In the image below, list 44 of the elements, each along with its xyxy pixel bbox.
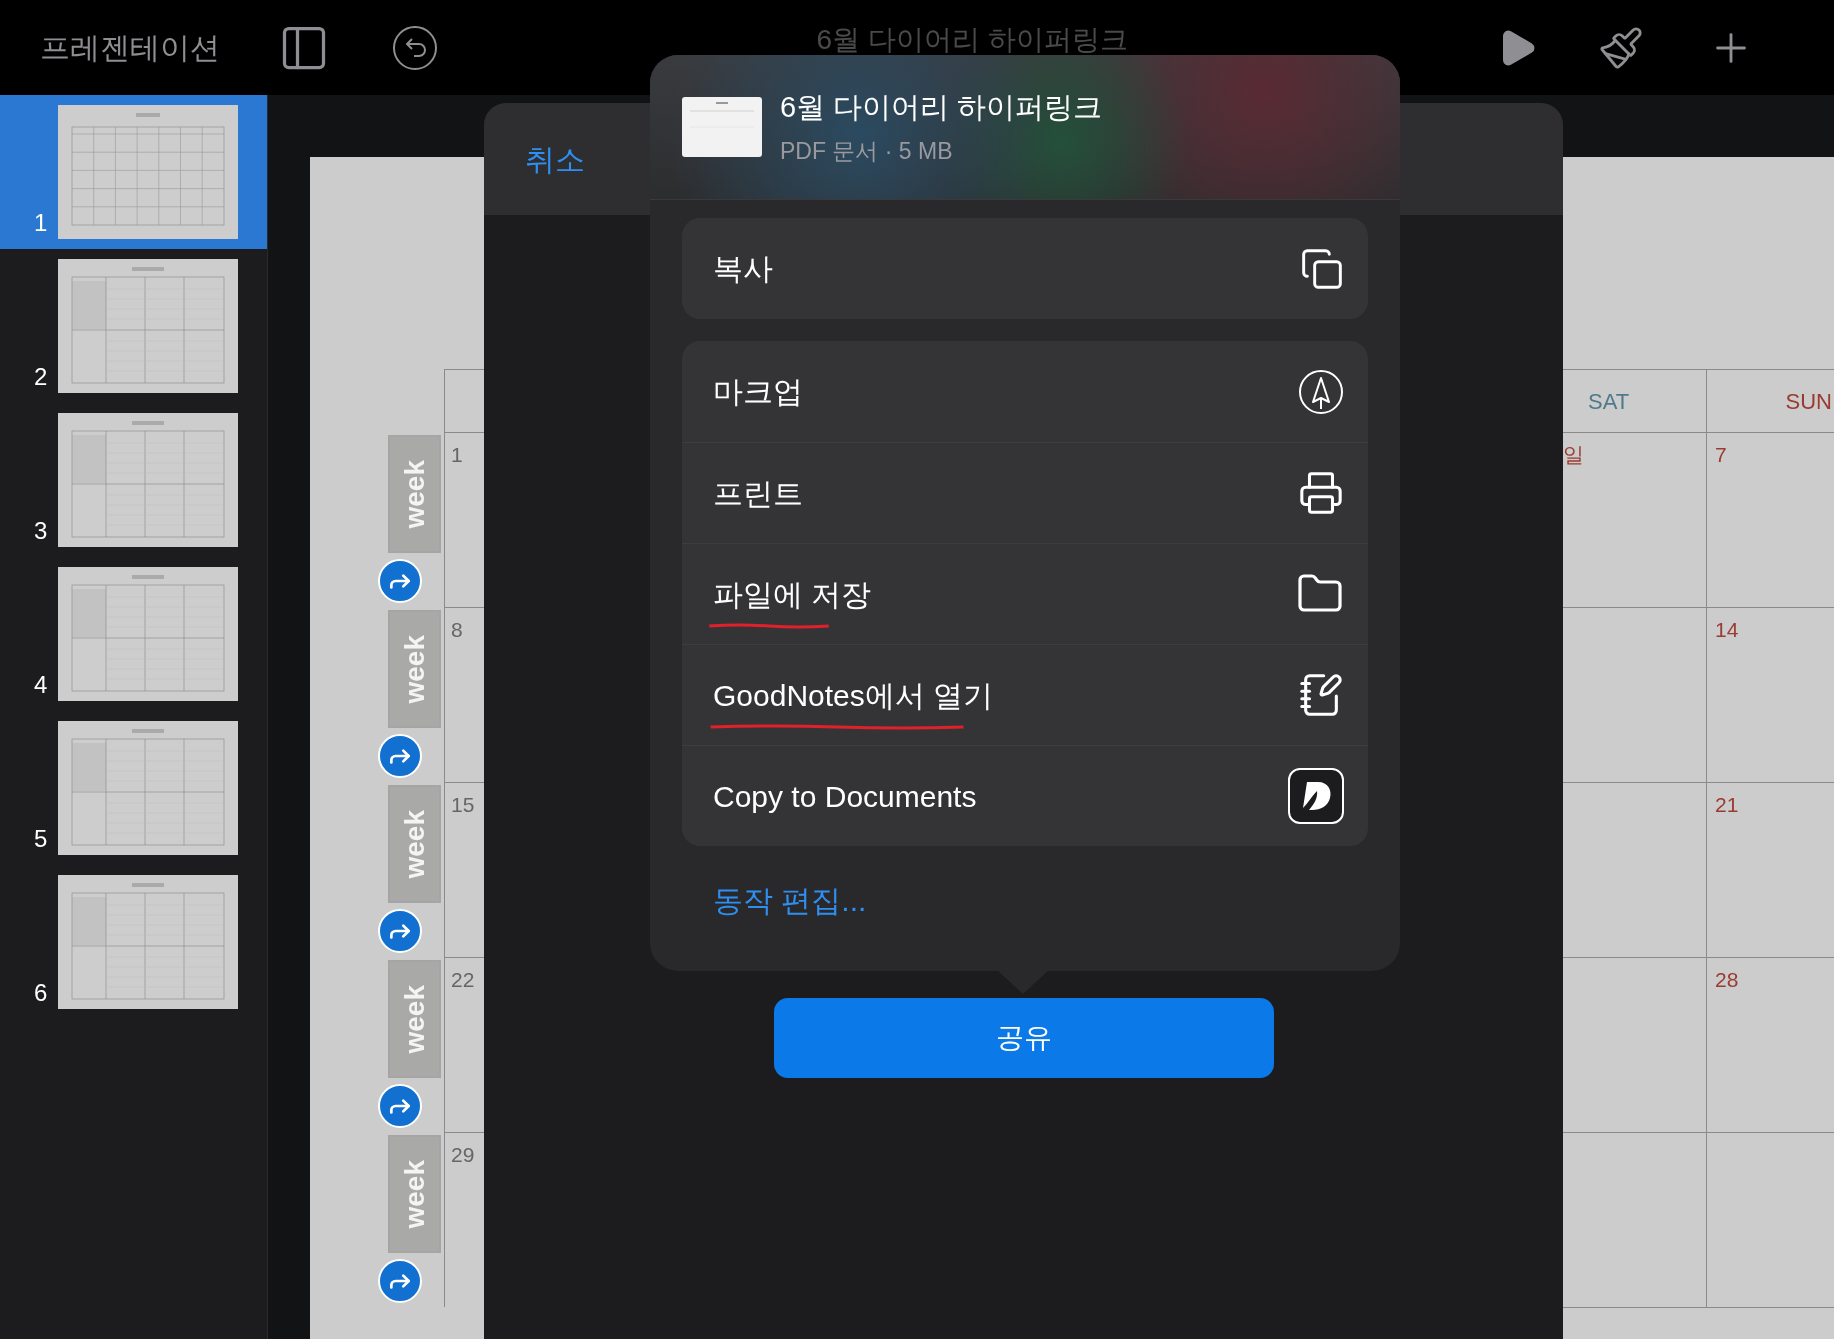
share-action[interactable]: 프린트 [682, 442, 1368, 543]
slide-item[interactable]: 5 [0, 711, 267, 865]
document-title: 6월 다이어리 하이퍼링크 [780, 90, 1103, 125]
slide-item[interactable]: 1 [0, 95, 267, 249]
slide-number: 1 [34, 208, 49, 238]
date-number: 15 [451, 793, 475, 816]
slide-number: 5 [34, 824, 49, 854]
notebook-pen-icon [1298, 672, 1344, 718]
pen-nib-icon [1298, 368, 1344, 415]
date-number: 22 [451, 968, 475, 991]
slide-number: 3 [34, 516, 49, 546]
share-action[interactable]: Copy to Documents [682, 745, 1368, 846]
date-number: 21 [1715, 793, 1739, 816]
date-number: 7 [1715, 443, 1727, 466]
edit-actions-link[interactable]: 동작 편집... [682, 878, 867, 923]
slide-number: 6 [34, 978, 49, 1008]
copy-icon [1300, 246, 1344, 291]
slide-item[interactable]: 3 [0, 403, 267, 557]
undo-icon[interactable] [392, 24, 438, 71]
share-button[interactable]: 공유 [774, 998, 1274, 1078]
printer-icon [1298, 470, 1344, 516]
paintbrush-icon[interactable] [1598, 24, 1644, 71]
date-number: 14 [1715, 618, 1739, 641]
share-action[interactable]: 복사 [682, 218, 1368, 319]
slide-item[interactable]: 4 [0, 557, 267, 711]
slide-item[interactable]: 2 [0, 249, 267, 403]
slide-number: 2 [34, 362, 49, 392]
slide-item[interactable]: 6 [0, 865, 267, 1019]
document-info: PDF 문서 · 5 MB [780, 136, 954, 166]
date-number: 8 [451, 618, 463, 641]
weekday-header: SAT [1588, 387, 1630, 416]
cancel-button[interactable]: 취소 [525, 136, 585, 182]
document-title: 6월 다이어리 하이퍼링크 [816, 22, 1128, 57]
documents-app-icon [1288, 768, 1344, 824]
weekday-header: SUN [1785, 387, 1832, 416]
mode-label[interactable]: 프레젠테이션 [40, 25, 270, 70]
share-action[interactable]: GoodNotes에서 열기 [682, 644, 1368, 745]
date-number: 1 [451, 443, 463, 466]
date-number: 29 [451, 1143, 475, 1166]
share-action[interactable]: 마크업 [682, 341, 1368, 442]
share-action[interactable]: 파일에 저장 [682, 543, 1368, 644]
event-text: 일 [1563, 443, 1584, 466]
slide-number: 4 [34, 670, 49, 700]
date-number: 28 [1715, 968, 1739, 991]
